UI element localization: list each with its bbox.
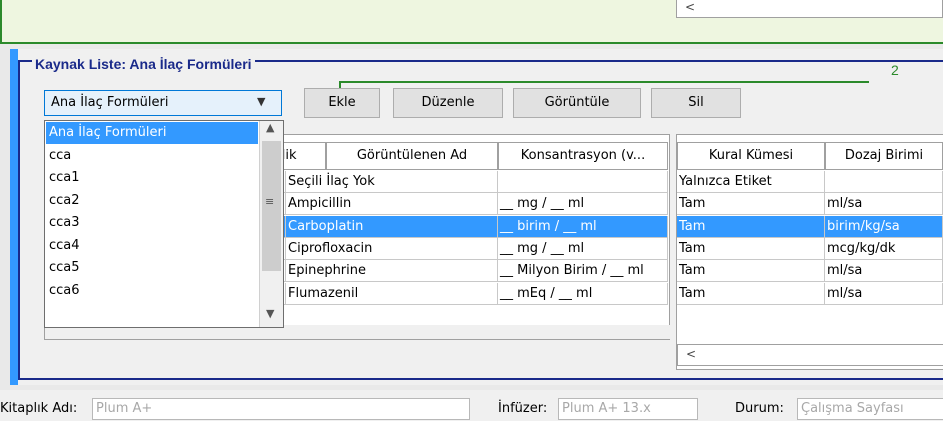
table-cell[interactable]: Tam [677,237,825,260]
dropdown-item[interactable]: cca6 [46,280,258,302]
library-dropdown-list[interactable]: Ana İlaç Formüleri cca cca1 cca2 cca3 cca4 cca… [44,120,284,328]
header-dose-unit[interactable]: Dozaj Birimi [825,142,943,170]
chevron-down-icon[interactable]: ▼ [266,307,274,320]
combo-value: Ana İlaç Formüleri [51,95,169,110]
table-cell[interactable]: Epinephrine [286,260,498,283]
table-cell[interactable]: Seçili İlaç Yok [286,171,498,193]
table-cell[interactable]: __ Milyon Birim / __ ml [498,260,668,283]
scroll-left-icon[interactable]: < [686,347,696,361]
table-cell[interactable]: __ mg / __ ml [498,193,668,216]
upper-horizontal-scrollbar[interactable]: < [676,0,943,18]
library-name-label: Kitaplık Adı: [0,401,78,416]
table-cell[interactable]: ml/sa [825,260,943,283]
rule-table-scrollbar[interactable]: < [677,344,943,366]
table-cell[interactable]: Tam [677,260,825,283]
table-cell[interactable]: Yalnızca Etiket [677,171,825,193]
table-cell[interactable]: Carboplatin [286,215,498,238]
dropdown-item[interactable]: cca [46,145,258,167]
table-cell[interactable] [498,171,668,193]
callout-line [339,81,869,83]
edit-button[interactable]: Düzenle [393,88,503,118]
grip-icon: ≡ [265,195,275,208]
chevron-up-icon[interactable]: ▲ [266,121,274,134]
table-cell[interactable]: Tam [677,215,825,238]
table-cell[interactable]: __ birim / __ ml [498,215,668,238]
delete-button[interactable]: Sil [651,88,741,118]
dropdown-item[interactable]: cca5 [46,257,258,279]
dropdown-item[interactable]: cca2 [46,190,258,212]
status-field[interactable]: Çalışma Sayfası [797,398,943,420]
view-button[interactable]: Görüntüle [513,88,641,118]
table-cell[interactable]: Flumazenil [286,282,498,305]
scroll-left-icon[interactable]: < [685,0,695,14]
library-combo[interactable]: Ana İlaç Formüleri ▼ [44,90,282,116]
table-cell[interactable]: ml/sa [825,193,943,216]
table-cell[interactable]: birim/kg/sa [825,215,943,238]
dropdown-item[interactable]: cca4 [46,235,258,257]
group-title: Kaynak Liste: Ana İlaç Formüleri [32,56,255,72]
table-cell[interactable]: mcg/kg/dk [825,237,943,260]
dropdown-item[interactable]: cca3 [46,212,258,234]
table-cell[interactable] [825,171,943,193]
add-button[interactable]: Ekle [304,88,380,118]
dropdown-item[interactable]: cca1 [46,167,258,189]
infuser-field[interactable]: Plum A+ 13.x [558,398,698,420]
table-cell[interactable]: ml/sa [825,282,943,305]
library-name-field[interactable]: Plum A+ [92,398,470,420]
table-cell[interactable]: Ciprofloxacin [286,237,498,260]
chevron-down-icon[interactable]: ▼ [257,95,265,108]
header-rule-set[interactable]: Kural Kümesi [677,142,825,170]
table-cell[interactable]: Ampicillin [286,193,498,216]
table-cell[interactable]: Tam [677,282,825,305]
callout-number: 2 [891,62,899,78]
header-display-name[interactable]: Görüntülenen Ad [326,142,498,170]
table-cell[interactable]: Tam [677,193,825,216]
infuser-label: İnfüzer: [498,401,548,416]
status-label: Durum: [735,401,784,416]
dropdown-scrollbar[interactable]: ▲ ≡ ▼ [259,121,283,327]
dropdown-item[interactable]: Ana İlaç Formüleri [46,122,258,144]
table-cell[interactable]: __ mEq / __ ml [498,282,668,305]
header-concentration[interactable]: Konsantrasyon (v... [498,142,668,170]
table-cell[interactable]: __ mg / __ ml [498,237,668,260]
